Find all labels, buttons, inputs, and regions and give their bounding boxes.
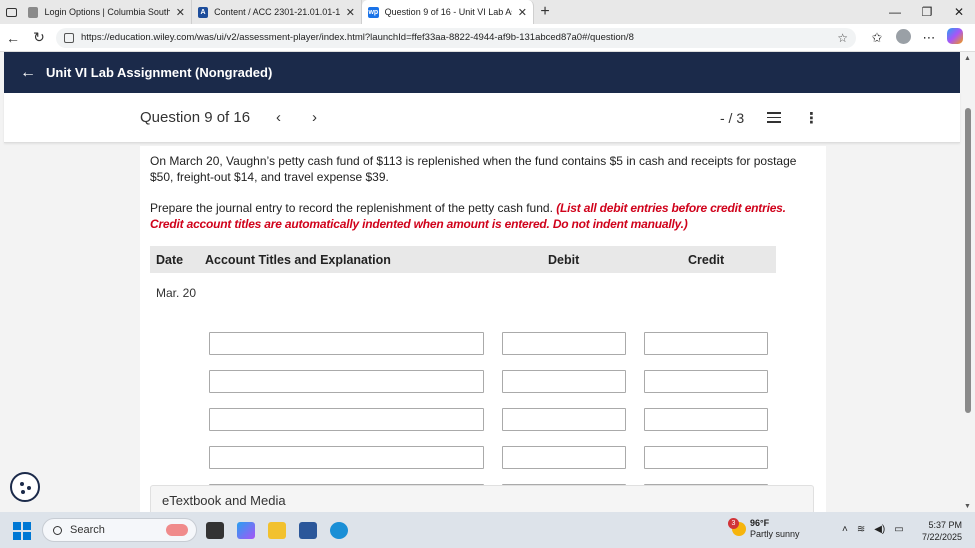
search-highlight-icon [166,524,188,536]
system-clock[interactable]: 5:37 PM 7/22/2025 [918,519,962,543]
temperature: 96°F [750,518,770,528]
close-window-icon[interactable]: ✕ [943,0,975,24]
task-view-icon[interactable] [206,522,224,539]
etextbook-media-panel[interactable]: eTextbook and Media [150,485,814,512]
notification-badge: 3 [728,518,739,529]
scrollbar-thumb[interactable] [965,108,971,413]
account-title-input[interactable] [209,332,484,355]
credit-column-header: Credit [688,253,725,267]
question-navigation-bar: Question 9 of 16 ‹ › - / 3 ⋮ [4,93,960,143]
browser-tab-login[interactable]: Login Options | Columbia Southe ✕ [22,0,192,24]
close-tab-icon[interactable]: ✕ [518,6,527,19]
favorites-icon[interactable]: ✩ [864,30,890,46]
minimize-icon[interactable]: — [879,0,911,24]
profile-avatar[interactable] [890,28,916,47]
edge-browser-icon[interactable] [330,522,348,539]
entry-date: Mar. 20 [156,286,197,300]
windows-taskbar: Search 3 96°F Partly sunny ˄ ≋ ◀) ▭ 5:37… [0,512,975,548]
assignment-title: Unit VI Lab Assignment (Nongraded) [46,65,273,80]
wifi-icon[interactable]: ≋ [857,524,865,535]
back-arrow-icon[interactable]: ← [0,30,26,46]
browser-tab-content[interactable]: A Content / ACC 2301-21.01.01-182 ✕ [192,0,362,24]
scroll-down-icon[interactable]: ▼ [964,503,971,510]
chevron-up-icon[interactable]: ˄ [842,524,848,535]
instruction-text: Prepare the journal entry to record the … [150,201,553,215]
question-content: On March 20, Vaughn’s petty cash fund of… [140,146,826,512]
question-text: On March 20, Vaughn’s petty cash fund of… [150,154,797,184]
scroll-up-icon[interactable]: ▲ [964,55,971,62]
word-icon[interactable] [299,522,317,539]
battery-icon[interactable]: ▭ [894,524,903,535]
weather-widget[interactable]: 3 96°F Partly sunny [728,518,800,540]
page-scrollbar[interactable]: ▲ ▼ [962,52,973,512]
search-placeholder: Search [70,524,105,536]
account-column-header: Account Titles and Explanation [205,253,391,267]
question-score: - / 3 [720,109,745,126]
volume-icon[interactable]: ◀) [874,524,885,535]
question-number: Question 9 of 16 [140,109,251,126]
file-explorer-icon[interactable] [268,522,286,539]
taskbar-search-box[interactable]: Search [42,518,197,542]
search-icon [53,525,62,535]
back-arrow-icon[interactable]: ← [20,64,36,82]
journal-table-header: Date Account Titles and Explanation Debi… [150,246,776,273]
windows-start-icon[interactable] [13,522,31,540]
url-field[interactable]: https://education.wiley.com/was/ui/v2/as… [56,27,856,48]
browser-tab-strip: Login Options | Columbia Southe ✕ A Cont… [0,0,975,24]
credit-input[interactable] [644,332,768,355]
system-tray: ˄ ≋ ◀) ▭ [842,524,904,535]
restore-icon[interactable]: ❐ [911,0,943,24]
tab-actions-menu-icon[interactable] [0,0,22,24]
favorite-star-icon[interactable]: ☆ [837,31,848,45]
page-viewport: ← Unit VI Lab Assignment (Nongraded) Que… [0,52,975,512]
debit-input[interactable] [502,446,626,469]
account-title-input[interactable] [209,446,484,469]
debit-input[interactable] [502,370,626,393]
wp-favicon-icon: wp [368,6,379,18]
close-tab-icon[interactable]: ✕ [346,6,355,19]
more-options-icon[interactable]: ⋯ [916,30,942,46]
account-title-input[interactable] [209,370,484,393]
next-question-chevron-icon[interactable]: › [312,109,317,126]
window-controls: — ❐ ✕ [879,0,975,24]
address-bar-row: ← ↻ https://education.wiley.com/was/ui/v… [0,24,975,52]
copilot-icon[interactable] [942,28,968,47]
etextbook-wrapper: eTextbook and Media [140,482,826,512]
clock-date: 7/22/2025 [921,532,962,542]
lock-icon [64,32,74,43]
credit-input[interactable] [644,408,768,431]
debit-input[interactable] [502,408,626,431]
date-column-header: Date [156,253,184,267]
a-favicon-icon: A [198,6,209,18]
tab-title: Question 9 of 16 - Unit VI Lab As [384,7,512,17]
refresh-icon[interactable]: ↻ [26,29,52,46]
more-vertical-icon[interactable]: ⋮ [804,109,819,127]
tab-title: Login Options | Columbia Southe [44,7,170,17]
shield-favicon-icon [28,6,39,18]
debit-column-header: Debit [548,253,580,267]
cookie-settings-icon[interactable] [10,472,40,502]
assignment-header: ← Unit VI Lab Assignment (Nongraded) [4,52,960,93]
close-tab-icon[interactable]: ✕ [176,6,185,19]
browser-tab-question[interactable]: wp Question 9 of 16 - Unit VI Lab As ✕ [362,0,534,24]
question-list-icon[interactable] [767,112,781,124]
copilot-app-icon[interactable] [237,522,255,539]
credit-input[interactable] [644,446,768,469]
previous-question-chevron-icon[interactable]: ‹ [276,109,281,126]
weather-condition: Partly sunny [750,529,800,539]
url-text: https://education.wiley.com/was/ui/v2/as… [81,32,634,43]
clock-time: 5:37 PM [928,520,962,530]
question-instruction: Prepare the journal entry to record the … [150,200,820,232]
sun-icon: 3 [728,518,746,536]
new-tab-button[interactable]: + [534,3,556,21]
tab-title: Content / ACC 2301-21.01.01-182 [214,7,340,17]
debit-input[interactable] [502,332,626,355]
account-title-input[interactable] [209,408,484,431]
credit-input[interactable] [644,370,768,393]
